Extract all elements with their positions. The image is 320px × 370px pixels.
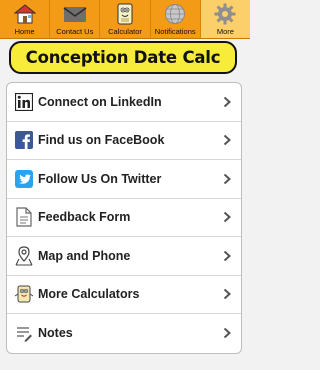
tab-label: Calculator (108, 27, 142, 36)
calculator-mascot-icon (112, 2, 138, 26)
chevron-right-icon (223, 328, 231, 339)
tab-label: Notifications (154, 27, 196, 36)
tab-label: Contact Us (56, 27, 94, 36)
twitter-icon (14, 169, 34, 189)
menu-item-label: Follow Us On Twitter (38, 171, 162, 186)
menu-item-notes[interactable]: Notes (7, 314, 241, 353)
menu-item-label: More Calculators (38, 287, 140, 302)
more-menu-list: Connect on LinkedIn Find us on FaceBook … (6, 82, 242, 354)
menu-item-linkedin[interactable]: Connect on LinkedIn (7, 83, 241, 122)
chevron-right-icon (223, 212, 231, 223)
tab-label: Home (14, 27, 35, 36)
gear-icon (212, 2, 238, 26)
title-banner: Conception Date Calc (9, 41, 237, 74)
tab-bar: Home Contact Us Calculator Notifications… (0, 0, 251, 39)
menu-item-feedback[interactable]: Feedback Form (7, 199, 241, 237)
envelope-icon (62, 2, 88, 26)
menu-item-more-calculators[interactable]: More Calculators (7, 276, 241, 314)
page-title: Conception Date Calc (25, 48, 221, 67)
menu-item-label: Feedback Form (38, 210, 131, 225)
menu-item-label: Find us on FaceBook (38, 133, 165, 148)
tab-home[interactable]: Home (0, 0, 51, 38)
notes-icon (14, 323, 34, 343)
tab-calculator[interactable]: Calculator (100, 0, 151, 38)
menu-item-twitter[interactable]: Follow Us On Twitter (7, 160, 241, 199)
chevron-right-icon (223, 135, 231, 146)
menu-item-label: Notes (38, 326, 73, 341)
menu-item-map-phone[interactable]: Map and Phone (7, 237, 241, 276)
document-icon (14, 207, 34, 227)
chevron-right-icon (223, 173, 231, 184)
calculator-mascot-icon (14, 284, 34, 304)
tab-notifications[interactable]: Notifications (151, 0, 201, 38)
chevron-right-icon (223, 96, 231, 107)
tab-more[interactable]: More (200, 0, 251, 38)
facebook-icon (14, 130, 34, 150)
chevron-right-icon (223, 289, 231, 300)
home-icon (12, 2, 38, 26)
menu-item-label: Map and Phone (38, 248, 131, 263)
linkedin-icon (14, 92, 34, 112)
chevron-right-icon (223, 250, 231, 261)
map-pin-icon (14, 246, 34, 266)
tab-contact-us[interactable]: Contact Us (50, 0, 101, 38)
globe-icon (162, 2, 188, 26)
menu-item-label: Connect on LinkedIn (38, 94, 162, 109)
menu-item-facebook[interactable]: Find us on FaceBook (7, 122, 241, 160)
tab-label: More (216, 27, 234, 36)
